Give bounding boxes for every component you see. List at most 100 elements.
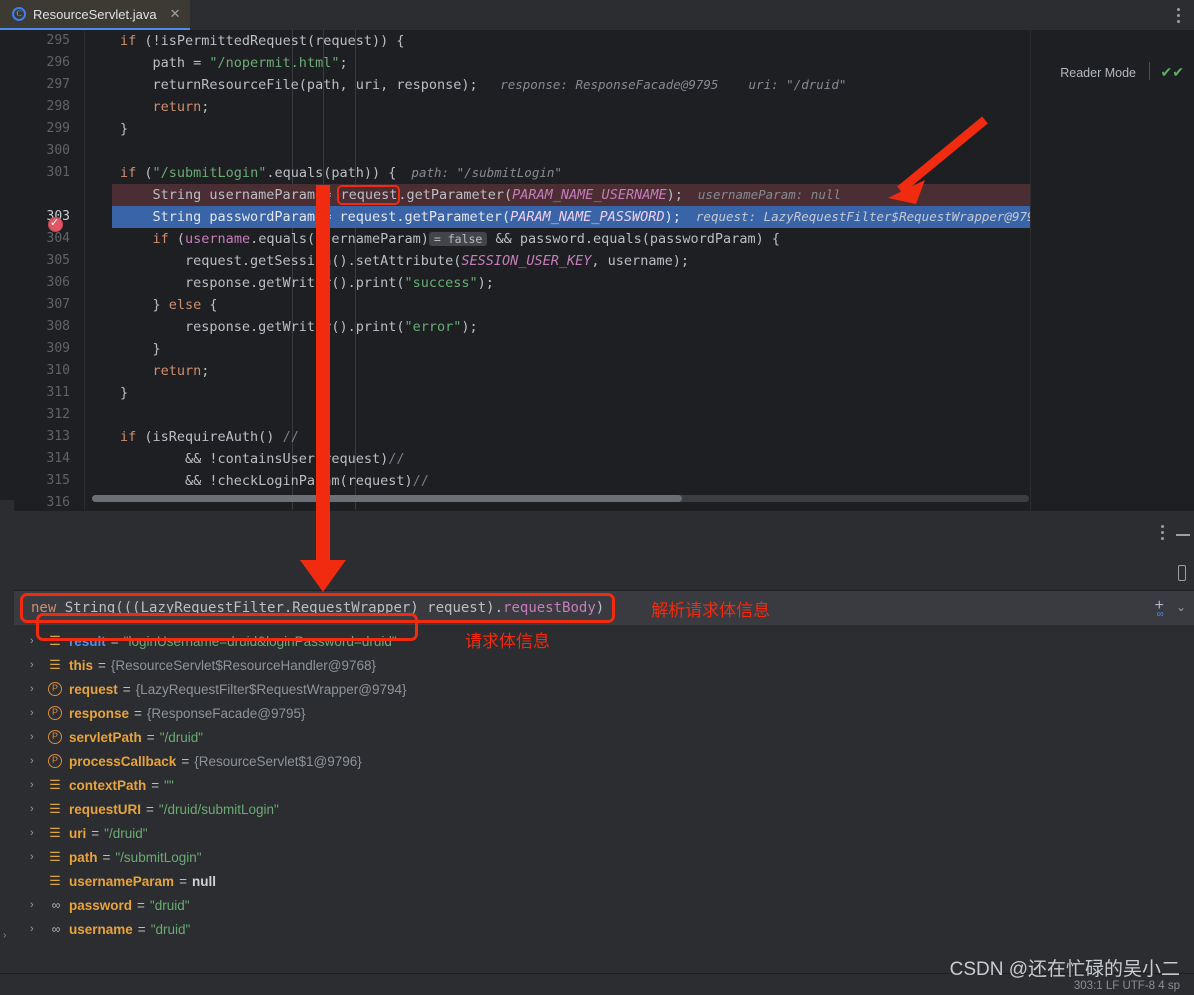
variable-row-requesturi[interactable]: › ☰ requestURI = "/druid/submitLogin": [0, 797, 1194, 821]
variable-row-servletpath[interactable]: › P servletPath = "/druid": [0, 725, 1194, 749]
java-class-icon: [12, 7, 26, 21]
minimize-icon[interactable]: [1176, 534, 1190, 536]
panel-layout-icon[interactable]: [1178, 565, 1186, 581]
variable-value: "/submitLogin": [115, 849, 202, 865]
parameter-icon: P: [48, 754, 62, 768]
parameter-icon: P: [48, 706, 62, 720]
variable-value: {ResourceServlet$ResourceHandler@9768}: [110, 657, 377, 673]
local-variable-icon: ☰: [49, 825, 61, 841]
equals-sign: =: [98, 657, 106, 673]
fold-column[interactable]: [84, 30, 112, 510]
local-variable-icon: ☰: [49, 873, 61, 889]
kebab-menu-icon[interactable]: [1161, 525, 1164, 540]
variable-name: password: [69, 897, 133, 913]
chevron-right-icon[interactable]: ›: [3, 930, 6, 941]
watch-expression-row[interactable]: ▾ new String(((LazyRequestFilter.Request…: [0, 591, 1194, 625]
static-field-icon: ∞: [51, 898, 61, 912]
expand-arrow-icon[interactable]: ›: [30, 707, 40, 719]
inline-evaluation-badge: = false: [428, 232, 488, 246]
expand-arrow-icon[interactable]: ›: [30, 923, 40, 935]
variable-name: result: [69, 633, 106, 649]
add-watch-icon[interactable]: + ∞: [1155, 597, 1164, 620]
kebab-menu-icon[interactable]: [1170, 4, 1186, 26]
expand-arrow-icon[interactable]: ›: [30, 659, 40, 671]
variable-row-username[interactable]: › ∞ username = "druid": [0, 917, 1194, 941]
variable-name: response: [69, 705, 130, 721]
variable-row-usernameparam[interactable]: ☰ usernameParam = null: [0, 869, 1194, 893]
line-number: 298: [46, 99, 70, 114]
editor-gutter[interactable]: 295 296 297 298 299 300 301 303 304 305 …: [0, 30, 84, 510]
equals-sign: =: [137, 897, 145, 913]
expand-arrow-icon[interactable]: ›: [30, 731, 40, 743]
debug-toolbar-row: [0, 556, 1194, 591]
annotation-parse-body: 解析请求体信息: [651, 600, 771, 620]
equals-sign: =: [110, 633, 119, 649]
line-number: 301: [46, 165, 70, 180]
local-variable-icon: ☰: [49, 801, 61, 817]
line-number: 313: [46, 429, 70, 444]
variable-value: null: [191, 873, 216, 889]
variable-row-request[interactable]: › P request = {LazyRequestFilter$Request…: [0, 677, 1194, 701]
horizontal-scrollbar[interactable]: [92, 495, 1029, 502]
line-number: 296: [46, 55, 70, 70]
equals-sign: =: [102, 849, 111, 865]
watch-expression-field: requestBody: [503, 600, 596, 616]
expand-arrow-icon[interactable]: ›: [30, 779, 40, 791]
parameter-icon: P: [48, 730, 62, 744]
equals-sign: =: [179, 873, 187, 889]
reader-mode-label[interactable]: Reader Mode: [1060, 66, 1136, 80]
variables-tree[interactable]: › ☰ result = "loginUsername=druid&loginP…: [0, 625, 1194, 958]
tab-resourceservlet-java[interactable]: ResourceServlet.java ✕: [0, 0, 191, 30]
parameter-icon: P: [48, 682, 62, 696]
watch-expression-input[interactable]: new String(((LazyRequestFilter.RequestWr…: [20, 593, 616, 623]
variable-name: usernameParam: [69, 873, 175, 889]
variable-name: username: [69, 921, 133, 937]
variable-row-result[interactable]: › ☰ result = "loginUsername=druid&loginP…: [0, 629, 1194, 653]
equals-sign: =: [146, 729, 155, 745]
editor-right-strip: Reader Mode ✔✔: [1030, 30, 1194, 510]
expand-arrow-icon[interactable]: ›: [30, 899, 40, 911]
expand-arrow-icon[interactable]: ›: [30, 803, 40, 815]
variable-value: {LazyRequestFilter$RequestWrapper@9794}: [135, 681, 407, 697]
variable-row-password[interactable]: › ∞ password = "druid": [0, 893, 1194, 917]
variable-value: "": [164, 777, 174, 793]
line-number: 308: [46, 319, 70, 334]
annotation-body-info: 请求体信息: [465, 632, 550, 651]
equals-sign: =: [137, 921, 146, 937]
local-variable-icon: ☰: [49, 849, 61, 865]
line-number: [0, 184, 84, 206]
expand-arrow-icon[interactable]: ›: [30, 683, 40, 695]
variable-row-uri[interactable]: › ☰ uri = "/druid": [0, 821, 1194, 845]
code-editor[interactable]: 295 296 297 298 299 300 301 303 304 305 …: [0, 30, 1194, 510]
variable-row-contextpath[interactable]: › ☰ contextPath = "": [0, 773, 1194, 797]
line-number: 304: [46, 231, 70, 246]
variable-value: "/druid": [104, 825, 148, 841]
line-number-current: 303: [0, 206, 84, 228]
variable-row-processcallback[interactable]: › P processCallback = {ResourceServlet$1…: [0, 749, 1194, 773]
close-icon[interactable]: ✕: [170, 6, 181, 22]
chevron-down-icon[interactable]: ⌄: [1176, 600, 1186, 614]
expand-arrow-icon[interactable]: ›: [30, 755, 40, 767]
variable-row-this[interactable]: › ☰ this = {ResourceServlet$ResourceHand…: [0, 653, 1194, 677]
tab-label: ResourceServlet.java: [33, 6, 157, 22]
equals-sign: =: [134, 705, 142, 721]
line-number: 314: [46, 451, 70, 466]
line-number: 310: [46, 363, 70, 378]
line-number: 307: [46, 297, 70, 312]
line-number: 305: [46, 253, 70, 268]
expand-arrow-icon[interactable]: ›: [30, 635, 40, 647]
variable-name: path: [69, 849, 98, 865]
variable-row-path[interactable]: › ☰ path = "/submitLogin": [0, 845, 1194, 869]
breakpoint-icon[interactable]: [48, 216, 63, 232]
variable-value: "druid": [150, 921, 191, 937]
line-number: 295: [46, 33, 70, 48]
variable-row-response[interactable]: › P response = {ResponseFacade@9795}: [0, 701, 1194, 725]
variable-value: "/druid/submitLogin": [158, 801, 279, 817]
expand-arrow-icon[interactable]: ›: [30, 851, 40, 863]
double-check-icon[interactable]: ✔✔: [1161, 64, 1184, 81]
variable-value: {ResponseFacade@9795}: [146, 705, 306, 721]
variable-value: {ResourceServlet$1@9796}: [194, 753, 362, 769]
equals-sign: =: [181, 753, 190, 769]
expand-arrow-icon[interactable]: ›: [30, 827, 40, 839]
line-number: 297: [46, 77, 70, 92]
